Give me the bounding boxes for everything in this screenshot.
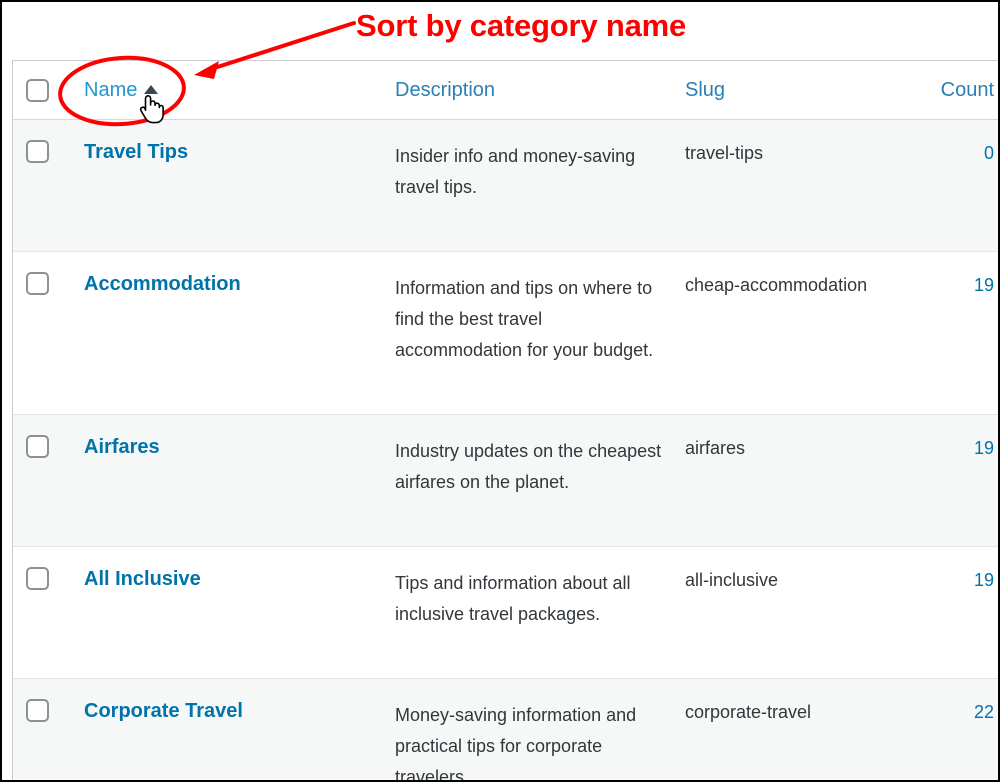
category-description-cell: Insider info and money-saving travel tip… xyxy=(379,119,682,252)
category-name-link[interactable]: Corporate Travel xyxy=(84,700,243,722)
category-slug-cell: cheap-accommodation xyxy=(682,251,912,415)
row-checkbox[interactable] xyxy=(26,435,49,458)
category-count-link[interactable]: 19 xyxy=(974,438,994,458)
category-count-cell: 19 xyxy=(912,546,998,679)
category-name-cell: Accommodation xyxy=(72,251,379,415)
category-description-cell: Information and tips on where to find th… xyxy=(379,251,682,415)
column-header-name[interactable]: Name xyxy=(72,61,379,120)
category-count-cell: 19 xyxy=(912,414,998,547)
column-header-name-label: Name xyxy=(84,79,138,101)
page-frame: Sort by category name Name Description S… xyxy=(0,0,1000,782)
row-checkbox-cell xyxy=(13,251,72,415)
category-slug-cell: all-inclusive xyxy=(682,546,912,679)
row-checkbox-cell xyxy=(13,414,72,547)
category-count-cell: 0 xyxy=(912,119,998,252)
category-name-cell: Corporate Travel xyxy=(72,678,379,780)
category-count-cell: 19 xyxy=(912,251,998,415)
category-count-link[interactable]: 19 xyxy=(974,275,994,295)
category-name-link[interactable]: Airfares xyxy=(84,436,160,458)
annotation-title: Sort by category name xyxy=(356,8,687,43)
column-header-slug[interactable]: Slug xyxy=(682,61,912,120)
category-name-link[interactable]: All Inclusive xyxy=(84,568,201,590)
categories-table: Name Description Slug Count Travel Tips … xyxy=(13,61,998,782)
category-slug-cell: airfares xyxy=(682,414,912,547)
table-row: Airfares Industry updates on the cheapest… xyxy=(13,414,998,547)
column-header-description-label: Description xyxy=(395,79,496,101)
category-description-text: Tips and information about all inclusive… xyxy=(395,573,631,624)
row-checkbox-cell xyxy=(13,119,72,252)
category-name-link[interactable]: Travel Tips xyxy=(84,141,188,163)
table-row: Corporate Travel Money-saving information… xyxy=(13,678,998,782)
category-name-cell: Airfares xyxy=(72,414,379,547)
category-description-text: Information and tips on where to find th… xyxy=(395,278,654,360)
column-header-description[interactable]: Description xyxy=(379,61,682,120)
row-checkbox-cell xyxy=(13,678,72,780)
table-row: All Inclusive Tips and information about … xyxy=(13,546,998,679)
column-header-count[interactable]: Count xyxy=(912,61,998,120)
category-description-cell: Industry updates on the cheapest airfare… xyxy=(379,414,682,547)
row-checkbox-cell xyxy=(13,546,72,679)
table-row: Accommodation Information and tips on whe… xyxy=(13,251,998,415)
row-checkbox[interactable] xyxy=(26,140,49,163)
category-description-cell: Money-saving information and practical t… xyxy=(379,678,682,782)
category-count-cell: 22 xyxy=(912,678,998,780)
column-header-slug-label: Slug xyxy=(685,79,726,101)
category-description-text: Insider info and money-saving travel tip… xyxy=(395,146,636,197)
category-slug-text: cheap-accommodation xyxy=(685,275,868,295)
category-slug-text: airfares xyxy=(685,438,746,458)
category-name-cell: Travel Tips xyxy=(72,119,379,252)
category-name-link[interactable]: Accommodation xyxy=(84,273,241,295)
table-row: Travel Tips Insider info and money-saving… xyxy=(13,119,998,252)
column-header-count-label: Count xyxy=(940,79,994,101)
category-description-text: Industry updates on the cheapest airfare… xyxy=(395,441,662,492)
select-all-checkbox[interactable] xyxy=(26,78,49,102)
category-slug-text: all-inclusive xyxy=(685,570,779,590)
row-checkbox[interactable] xyxy=(26,699,49,722)
category-description-cell: Tips and information about all inclusive… xyxy=(379,546,682,679)
category-count-link[interactable]: 19 xyxy=(974,570,994,590)
category-count-link[interactable]: 0 xyxy=(984,143,994,163)
category-description-text: Money-saving information and practical t… xyxy=(395,705,637,782)
category-count-link[interactable]: 22 xyxy=(974,702,994,722)
category-slug-cell: travel-tips xyxy=(682,119,912,252)
category-name-cell: All Inclusive xyxy=(72,546,379,679)
category-slug-text: corporate-travel xyxy=(685,702,812,722)
row-checkbox[interactable] xyxy=(26,567,49,590)
category-slug-cell: corporate-travel xyxy=(682,678,912,780)
category-slug-text: travel-tips xyxy=(685,143,764,163)
row-checkbox[interactable] xyxy=(26,272,49,295)
hand-pointer-cursor-icon xyxy=(139,95,164,124)
categories-table-container: Name Description Slug Count Travel Tips … xyxy=(12,60,998,782)
select-all-header xyxy=(13,61,72,120)
table-body: Travel Tips Insider info and money-saving… xyxy=(13,119,998,782)
